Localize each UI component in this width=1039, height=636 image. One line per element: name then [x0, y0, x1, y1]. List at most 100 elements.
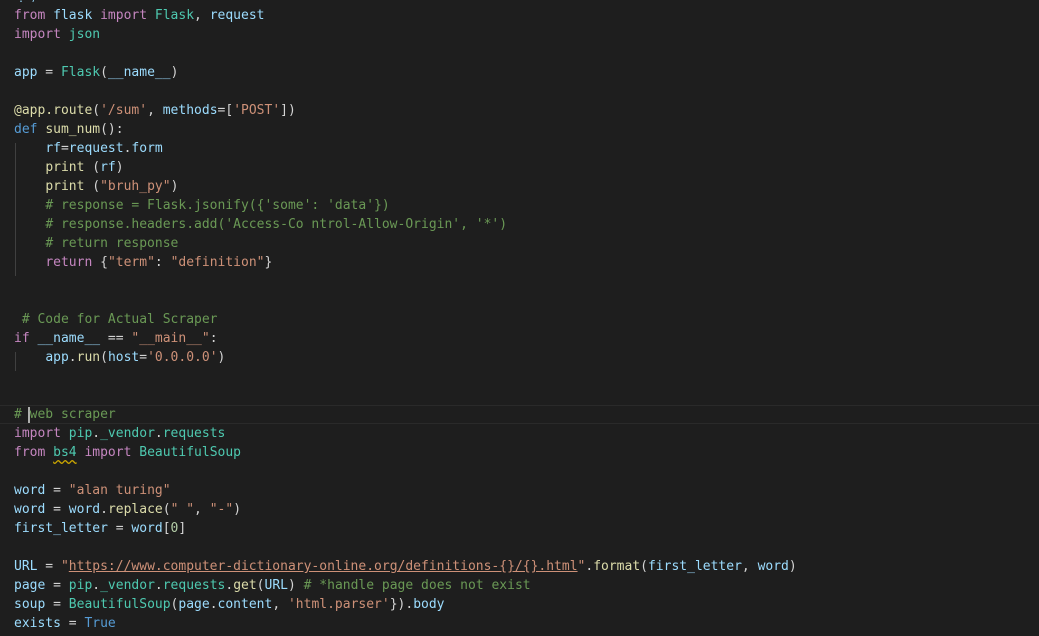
- code-line[interactable]: word = "alan turing": [14, 481, 171, 500]
- code-token: 'POST': [233, 103, 281, 118]
- code-token: _vendor: [100, 426, 155, 441]
- code-token: }: [264, 255, 273, 270]
- code-line[interactable]: first_letter = word[0]: [14, 519, 186, 538]
- code-line[interactable]: from flask import Flask, request: [14, 6, 265, 25]
- code-token: =: [37, 559, 61, 574]
- code-token: from: [14, 8, 46, 23]
- code-line[interactable]: page = pip._vendor.requests.get(URL) # *…: [14, 576, 531, 595]
- code-token: Flask: [154, 8, 195, 23]
- code-token: print: [45, 179, 85, 194]
- code-token: # response = Flask.jsonify({'some': 'dat…: [45, 198, 390, 213]
- code-token: :: [154, 255, 171, 270]
- code-token: word: [14, 483, 46, 498]
- code-token: .: [209, 597, 218, 612]
- code-line[interactable]: import pip._vendor.requests: [14, 424, 225, 443]
- code-token: word: [131, 521, 163, 536]
- code-token: app: [14, 65, 38, 80]
- code-token: __name__: [107, 65, 171, 80]
- current-line-highlight: [0, 405, 1039, 424]
- code-token: .: [585, 559, 594, 574]
- code-line[interactable]: import json: [14, 25, 100, 44]
- code-token: # *handle page does not exist: [303, 578, 531, 593]
- code-token: ): [788, 559, 797, 574]
- code-line[interactable]: URL = "https://www.computer-dictionary-o…: [14, 557, 797, 576]
- code-token: " ": [170, 502, 195, 517]
- code-token: word: [68, 502, 101, 517]
- code-token: .: [225, 578, 234, 593]
- code-token: host: [107, 350, 140, 365]
- code-token: @app.route: [14, 103, 93, 118]
- code-token: 'html.parser': [287, 597, 390, 612]
- code-token: pip: [68, 426, 93, 441]
- code-token: word: [757, 559, 789, 574]
- code-token: =: [45, 597, 69, 612]
- code-line[interactable]: exists = True: [14, 614, 116, 633]
- code-token: format: [593, 559, 641, 574]
- code-token: request: [68, 141, 124, 156]
- code-line[interactable]: def sum_num():: [14, 120, 124, 139]
- code-token: "-": [209, 502, 234, 517]
- code-line[interactable]: # Code for Actual Scraper: [14, 310, 218, 329]
- code-line[interactable]: @app.route('/sum', methods=['POST']): [14, 101, 296, 120]
- code-token: import: [14, 426, 61, 441]
- code-token: sum_num: [45, 122, 101, 137]
- code-token: =: [107, 521, 132, 536]
- code-line[interactable]: # response.headers.add('Access-Co ntrol-…: [14, 215, 507, 234]
- code-token: (: [640, 559, 648, 574]
- code-token: first_letter: [647, 559, 742, 574]
- code-token: exists: [14, 616, 61, 631]
- code-line[interactable]: app = Flask(__name__): [14, 63, 178, 82]
- code-token: .: [92, 426, 101, 441]
- code-token: True: [84, 616, 116, 631]
- code-token: "bruh_py": [100, 179, 171, 194]
- code-token: =: [45, 502, 69, 517]
- code-token: URL: [264, 578, 288, 593]
- code-token: }).: [389, 597, 414, 612]
- code-token: ]: [178, 521, 187, 536]
- code-token: =: [45, 483, 69, 498]
- code-editor[interactable]: ' . ) from flask import Flask, requestim…: [0, 0, 1039, 636]
- code-line[interactable]: print (rf): [14, 158, 124, 177]
- code-line[interactable]: # return response: [14, 234, 178, 253]
- code-token: ): [170, 179, 179, 194]
- code-token: .: [154, 426, 163, 441]
- code-token: import: [84, 445, 132, 460]
- code-line[interactable]: word = word.replace(" ", "-"): [14, 500, 241, 519]
- code-token: ): [115, 160, 124, 175]
- code-token: page: [178, 597, 210, 612]
- code-token: flask: [53, 8, 93, 23]
- code-token: "__main__": [131, 331, 210, 346]
- code-line[interactable]: if __name__ == "__main__":: [14, 329, 218, 348]
- code-token: .: [92, 578, 101, 593]
- code-line[interactable]: soup = BeautifulSoup(page.content, 'html…: [14, 595, 445, 614]
- code-token: soup: [14, 597, 46, 612]
- code-token: =: [60, 616, 85, 631]
- code-line[interactable]: # web scraper: [14, 405, 116, 424]
- code-line[interactable]: rf=request.form: [14, 139, 162, 158]
- code-token: # Code for Actual Scraper: [21, 312, 218, 327]
- code-line[interactable]: from bs4 import BeautifulSoup: [14, 443, 241, 462]
- code-token: ): [170, 65, 179, 80]
- code-line[interactable]: # response = Flask.jsonify({'some': 'dat…: [14, 196, 390, 215]
- code-line[interactable]: return {"term": "definition"}: [14, 253, 272, 272]
- code-token: ): [217, 350, 226, 365]
- code-token: # return response: [45, 236, 179, 251]
- code-token: (: [162, 502, 171, 517]
- code-line[interactable]: app.run(host='0.0.0.0'): [14, 348, 225, 367]
- code-token: Flask: [60, 65, 101, 80]
- code-token: import: [100, 8, 148, 23]
- code-token: ,: [147, 103, 163, 118]
- code-token: if: [14, 331, 30, 346]
- code-token: =[: [217, 103, 234, 118]
- code-token: ,: [194, 502, 210, 517]
- code-line[interactable]: print ("bruh_py"): [14, 177, 178, 196]
- code-token: ,: [741, 559, 758, 574]
- code-token: json: [68, 27, 101, 42]
- code-token: '0.0.0.0': [147, 350, 218, 365]
